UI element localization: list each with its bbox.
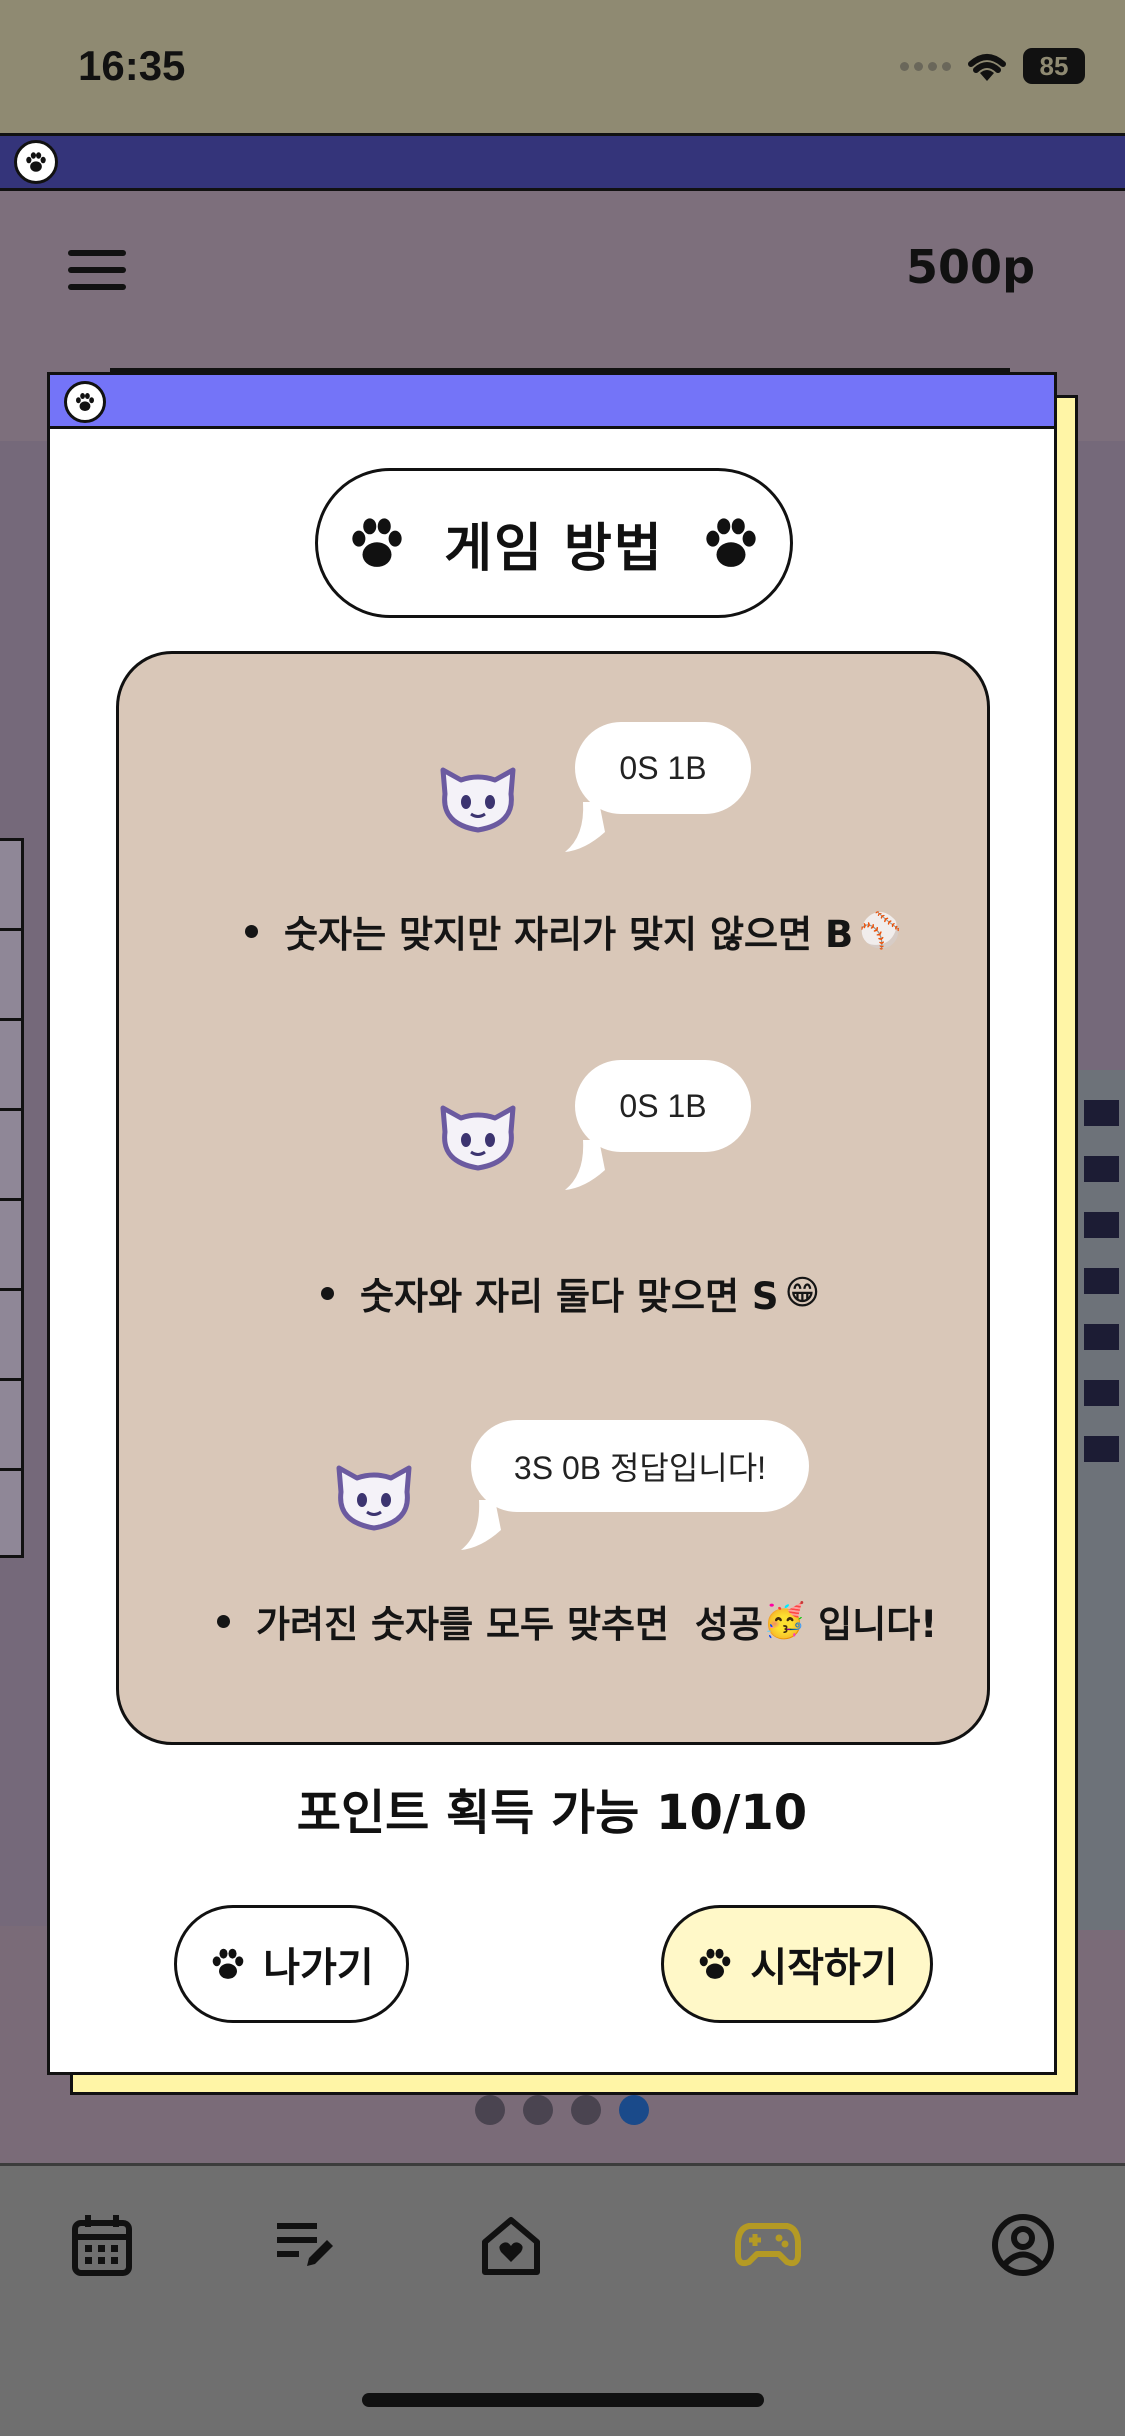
rules-panel: 0S 1B 숫자는 맞지만 자리가 맞지 않으면 B ⚾ 0S 1B 숫자와 자… [116, 651, 990, 1745]
page-dot[interactable] [523, 2095, 553, 2125]
paw-icon [14, 140, 58, 184]
tab-calendar[interactable] [67, 2210, 137, 2280]
status-bar: 16:35 85 [0, 0, 1125, 133]
speech-bubble: 0S 1B [575, 1060, 751, 1152]
background-grid [0, 838, 24, 1558]
edit-list-icon [277, 2223, 333, 2266]
page-indicator[interactable] [475, 2095, 649, 2125]
party-emoji: 🥳 [762, 1601, 806, 1641]
cat-character-icon [440, 1105, 516, 1171]
points-balance: 500p [906, 240, 1035, 294]
home-indicator [362, 2393, 764, 2407]
battery-indicator: 85 [1023, 48, 1085, 84]
modal-titlebar [50, 375, 1054, 429]
bullet [321, 1286, 334, 1300]
speech-bubble: 3S 0B 정답입니다! [471, 1420, 809, 1512]
game-rules-modal: 게임 방법 0S 1B 숫자는 맞지만 자리가 맞지 않으면 B ⚾ 0S 1B… [47, 372, 1057, 2075]
wifi-icon [968, 54, 1006, 81]
paw-icon [352, 518, 402, 567]
screen: 16:35 85 500p 게임 방법 0S 1B 숫자는 맞지만 자리가 맞지… [0, 0, 1125, 2436]
exit-button[interactable]: 나가기 [174, 1905, 409, 2023]
cellular-signal-icon [900, 61, 951, 71]
rule-2-text: 숫자와 자리 둘다 맞으면 S [360, 1275, 779, 1318]
cat-character-icon [440, 767, 516, 833]
rule-1-text: 숫자는 맞지만 자리가 맞지 않으면 B [284, 913, 854, 956]
grin-emoji: 😁 [784, 1273, 821, 1313]
speech-bubble-tail [565, 802, 605, 852]
paw-icon [700, 1948, 731, 1979]
profile-icon [992, 2214, 1054, 2276]
cat-character-icon [336, 1465, 412, 1531]
status-time: 16:35 [78, 42, 186, 89]
bullet [245, 924, 258, 938]
background-panel [1075, 1070, 1125, 1930]
app-top-strip [0, 133, 1125, 191]
rule-text: 숫자는 맞지만 자리가 맞지 않으면 B ⚾ [245, 904, 902, 958]
speech-bubble-tail [565, 1140, 605, 1190]
start-button[interactable]: 시작하기 [661, 1905, 933, 2023]
modal-title: 게임 방법 [315, 468, 793, 618]
tab-game[interactable] [733, 2210, 803, 2280]
page-dot-active[interactable] [619, 2095, 649, 2125]
baseball-emoji: ⚾ [859, 911, 902, 951]
start-button-label: 시작하기 [750, 1945, 898, 1991]
menu-icon[interactable] [68, 250, 126, 290]
exit-button-label: 나가기 [263, 1945, 374, 1991]
rule-text: 가려진 숫자를 모두 맞추면 성공 🥳 입니다! [217, 1594, 937, 1648]
paw-icon [64, 381, 106, 423]
calendar-icon [72, 2215, 132, 2276]
status-icons: 85 [900, 48, 1085, 84]
bullet [217, 1614, 230, 1628]
modal-title-text: 게임 방법 [444, 518, 664, 579]
rule-text: 숫자와 자리 둘다 맞으면 S 😁 [321, 1266, 820, 1320]
paw-icon [706, 518, 756, 567]
speech-bubble: 0S 1B [575, 722, 751, 814]
page-dot[interactable] [475, 2095, 505, 2125]
paw-icon [212, 1948, 244, 1979]
points-available: 포인트 획득 가능 10/10 [296, 1785, 808, 1841]
rule-3-text: 가려진 숫자를 모두 맞추면 성공 [256, 1603, 763, 1646]
tab-profile[interactable] [988, 2210, 1058, 2280]
rule-3-suffix: 입니다! [805, 1603, 938, 1646]
gamepad-icon [735, 2223, 801, 2267]
home-heart-icon [482, 2217, 540, 2275]
tab-diary[interactable] [270, 2210, 340, 2280]
tab-home[interactable] [476, 2210, 546, 2280]
page-dot[interactable] [571, 2095, 601, 2125]
speech-bubble-tail [461, 1500, 501, 1550]
